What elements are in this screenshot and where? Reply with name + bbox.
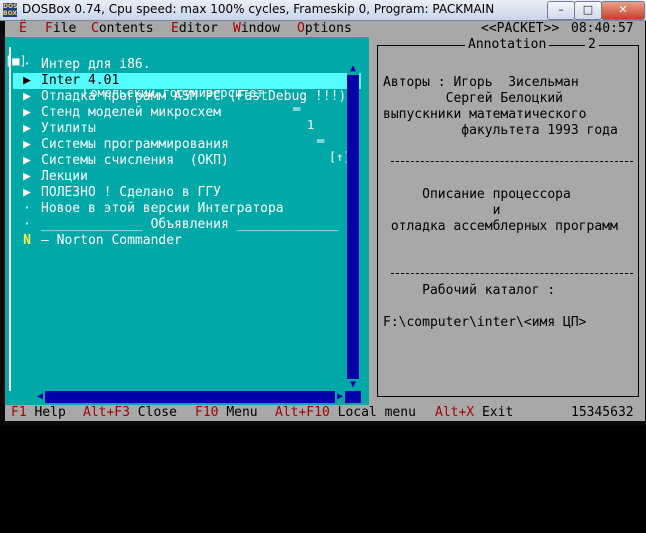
local-menu-key[interactable]: Alt+F10 Local menu bbox=[275, 405, 416, 421]
list-item-label: _____________ Объявления _____________ bbox=[41, 217, 339, 232]
triangle-icon: ▶ bbox=[23, 137, 31, 152]
triangle-icon: ▶ bbox=[23, 169, 31, 184]
memory-counter: 15345632 bbox=[571, 405, 634, 420]
dosbox-window: DOS BOX DOSBox 0.74, Cpu speed: max 100%… bbox=[0, 0, 646, 425]
list-item-separator: · _____________ Объявления _____________ bbox=[13, 217, 361, 233]
help-key[interactable]: F1 Help bbox=[11, 405, 66, 421]
horizontal-scrollbar[interactable]: ◀ ▶ bbox=[35, 391, 361, 403]
menu-item-system[interactable]: Ё bbox=[19, 21, 27, 37]
list-item[interactable]: ▶ Лекции bbox=[13, 169, 361, 185]
list-item[interactable]: ▶ Системы программирования bbox=[13, 137, 361, 153]
list-item[interactable]: ▶ Отладка программ ASM PC (FastDebug !!!) bbox=[13, 89, 361, 105]
annotation-line: Сергей Белоцкий bbox=[383, 91, 564, 106]
close-key[interactable]: Alt+F3 Close bbox=[83, 405, 177, 421]
hotkey-letter: N bbox=[23, 233, 31, 248]
contents-window-titlebar: [■] ═════ Гомельский госуниверситет ═ 1 … bbox=[5, 37, 369, 164]
menu-item-contents[interactable]: Contents bbox=[91, 21, 154, 37]
list-item-selected[interactable]: ▶ Inter 4.01 bbox=[13, 73, 361, 89]
clock: 08:40:57 bbox=[571, 21, 634, 36]
annotation-line: Авторы : Игорь Зисельман bbox=[383, 75, 579, 90]
menu-item-editor[interactable]: Editor bbox=[171, 21, 218, 37]
contents-window: [■] ═════ Гомельский госуниверситет ═ 1 … bbox=[5, 37, 369, 405]
vertical-scrollbar[interactable]: ▲ ▼ bbox=[347, 63, 359, 391]
status-bar: F1 Help Alt+F3 Close F10 Menu Alt+F10 Lo… bbox=[5, 405, 645, 421]
exit-key[interactable]: Alt+X Exit bbox=[435, 405, 513, 421]
triangle-icon: ▶ bbox=[23, 121, 31, 136]
bullet-icon: · bbox=[23, 57, 31, 72]
window-number: 2 bbox=[585, 38, 599, 52]
annotation-window-title: Annotation bbox=[465, 38, 550, 52]
menu-item-file[interactable]: File bbox=[45, 21, 76, 37]
list-item-label: Интер для i86. bbox=[41, 57, 151, 72]
scroll-down-arrow-icon[interactable]: ▼ bbox=[347, 379, 359, 391]
scroll-up-arrow-icon[interactable]: ▲ bbox=[347, 63, 359, 75]
list-item[interactable]: · Интер для i86. bbox=[13, 57, 361, 73]
maximize-button[interactable]: □ bbox=[574, 1, 602, 20]
annotation-line: Рабочий каталог : bbox=[383, 283, 556, 298]
list-item-label: Системы программирования bbox=[41, 137, 229, 152]
annotation-window: Annotation 2 Авторы : Игорь Зисельман Се… bbox=[371, 37, 645, 405]
scroll-right-arrow-icon[interactable]: ▶ bbox=[335, 391, 345, 403]
list-item-norton-commander[interactable]: N – Norton Commander bbox=[13, 233, 361, 249]
triangle-icon: ▶ bbox=[23, 153, 31, 168]
list-item[interactable]: ▶ Системы счисления (ОКП) bbox=[13, 153, 361, 169]
list-item-label: Лекции bbox=[41, 169, 88, 184]
triangle-icon: ▶ bbox=[23, 185, 31, 200]
window-title: DOSBox 0.74, Cpu speed: max 100% cycles,… bbox=[22, 2, 495, 16]
triangle-icon: ▶ bbox=[23, 89, 31, 104]
scroll-left-arrow-icon[interactable]: ◀ bbox=[35, 391, 45, 403]
menu-bar: Ё File Contents Editor Window Options <<… bbox=[5, 21, 645, 37]
dosbox-app-icon: DOS BOX bbox=[3, 3, 18, 17]
minimize-button[interactable]: – bbox=[547, 1, 575, 20]
dos-screen: Ё File Contents Editor Window Options <<… bbox=[5, 21, 645, 421]
triangle-icon: ▶ bbox=[23, 73, 31, 88]
working-directory: F:\computer\inter\<имя ЦП> bbox=[383, 315, 587, 330]
annotation-line: и bbox=[383, 203, 501, 218]
packet-indicator: <<PACKET>> bbox=[481, 21, 560, 36]
menu-key[interactable]: F10 Menu bbox=[195, 405, 258, 421]
bullet-icon: · bbox=[23, 217, 31, 232]
list-item-label: Утилиты bbox=[41, 121, 96, 136]
list-item[interactable]: ▶ ПОЛЕЗНО ! Сделано в ГГУ bbox=[13, 185, 361, 201]
divider bbox=[391, 161, 633, 162]
window-titlebar[interactable]: DOS BOX DOSBox 0.74, Cpu speed: max 100%… bbox=[0, 0, 646, 21]
annotation-line: отладка ассемблерных программ bbox=[383, 219, 618, 234]
list-item[interactable]: ▶ Утилиты bbox=[13, 121, 361, 137]
bullet-icon: · bbox=[23, 201, 31, 216]
list-item-label: Системы счисления (ОКП) bbox=[41, 153, 229, 168]
annotation-line: Описание процессора bbox=[383, 187, 571, 202]
list-item-label: Стенд моделей микросхем bbox=[41, 105, 222, 120]
triangle-icon: ▶ bbox=[23, 105, 31, 120]
menu-item-options[interactable]: Options bbox=[297, 21, 352, 37]
list-item[interactable]: ▶ Стенд моделей микросхем bbox=[13, 105, 361, 121]
list-item-label: Новое в этой версии Интегратора bbox=[41, 201, 284, 216]
list-item-label: Inter 4.01 bbox=[41, 73, 120, 88]
list-item-label: ПОЛЕЗНО ! Сделано в ГГУ bbox=[41, 185, 222, 200]
annotation-line: выпускники математического bbox=[383, 107, 587, 122]
annotation-line: факультета 1993 года bbox=[383, 123, 618, 138]
list-item[interactable]: · Новое в этой версии Интегратора bbox=[13, 201, 361, 217]
menu-item-window[interactable]: Window bbox=[233, 21, 280, 37]
close-button[interactable]: ✕ bbox=[601, 1, 645, 20]
list-item-label: – Norton Commander bbox=[41, 233, 182, 248]
list-item-label: Отладка программ ASM PC (FastDebug !!!) bbox=[41, 89, 347, 104]
divider bbox=[391, 273, 633, 274]
